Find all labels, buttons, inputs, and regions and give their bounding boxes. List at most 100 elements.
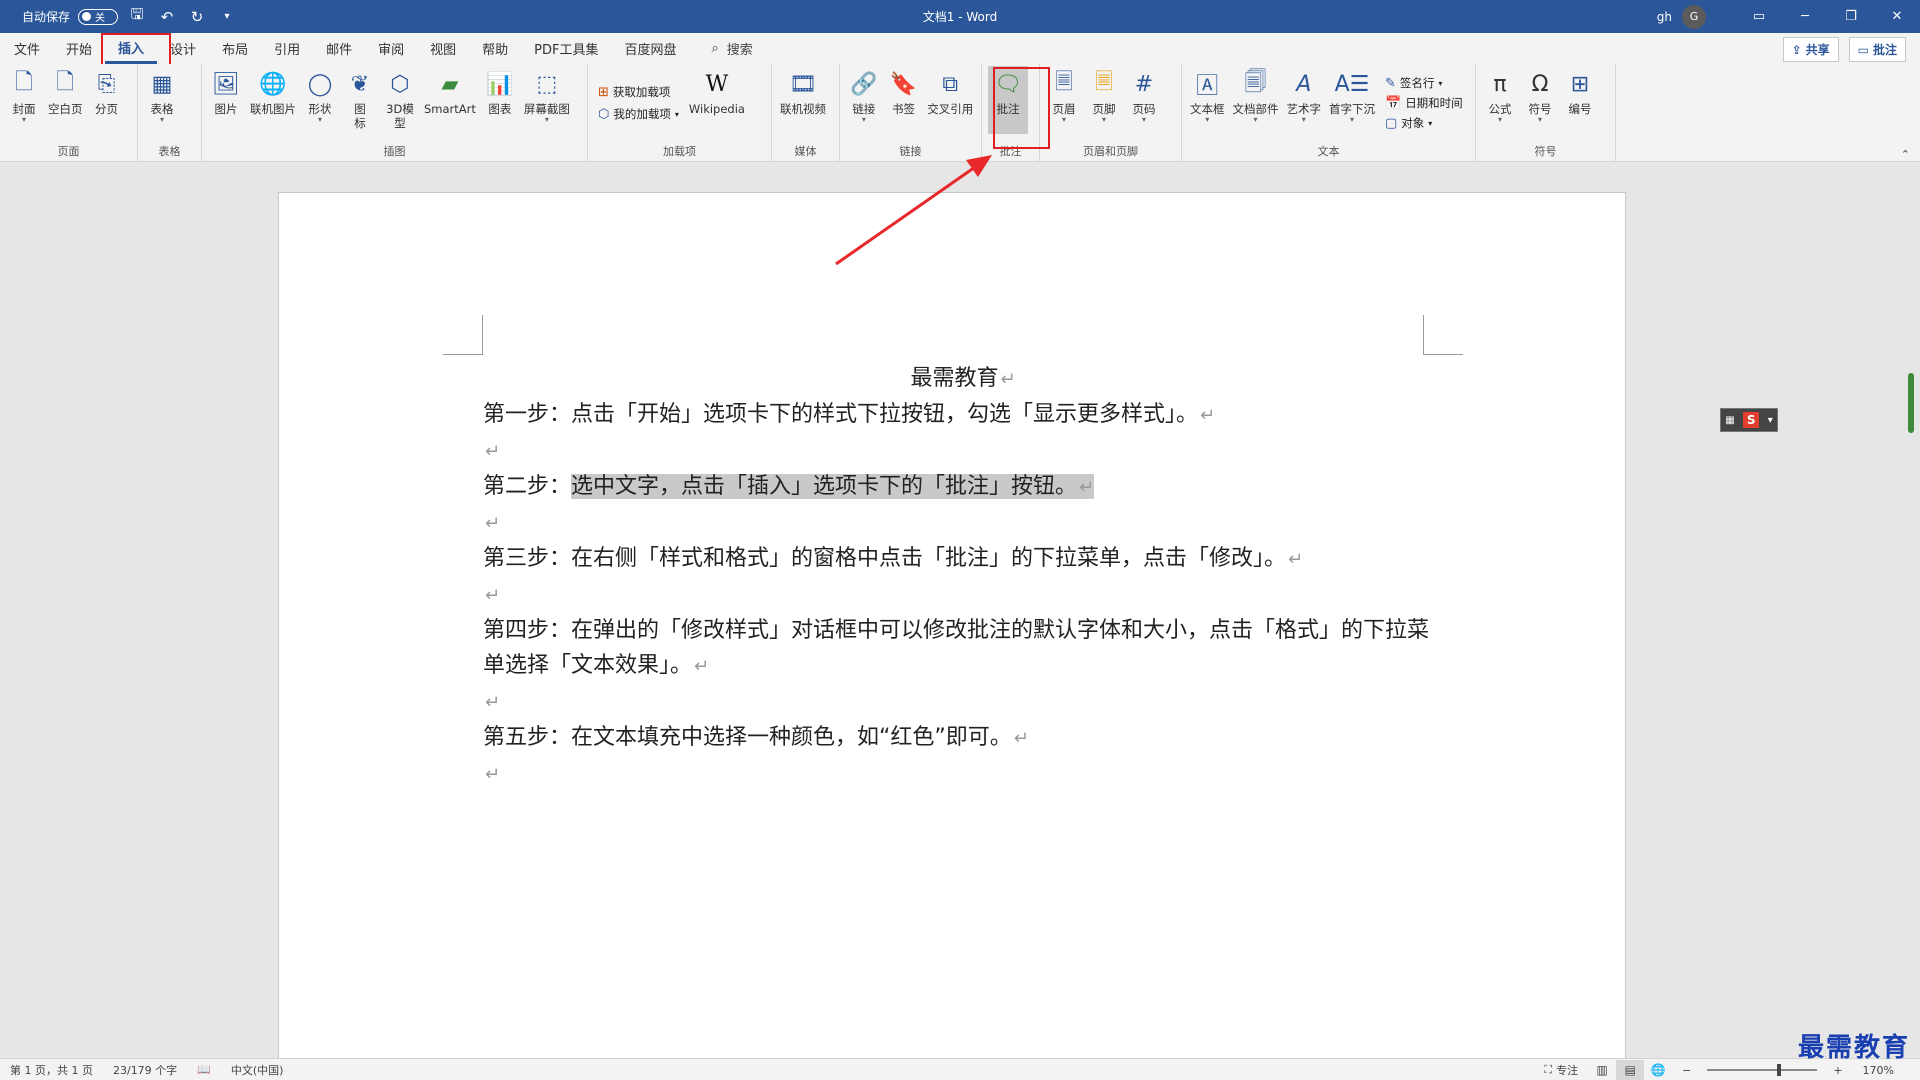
object-label: 对象 [1401, 116, 1425, 130]
word-count[interactable]: 23/179 个字 [103, 1062, 187, 1078]
minimize-icon[interactable]: ─ [1782, 0, 1828, 33]
header-button[interactable]: 🗏 页眉 ▾ [1044, 66, 1084, 140]
document-page[interactable]: 最需教育 ↵ 第一步：点击「开始」选项卡下的样式下拉按钮，勾选「显示更多样式」。 ↵… [278, 192, 1626, 1058]
tab-layout[interactable]: 布局 [209, 33, 261, 64]
step-3-text: 第三步：在右侧「样式和格式」的窗格中点击「批注」的下拉菜单，点击「修改」。 [483, 546, 1287, 571]
cover-page-button[interactable]: 🗋 封面 ▾ [4, 66, 44, 140]
smartart-button[interactable]: ▰ SmartArt [420, 66, 480, 140]
my-addins-button[interactable]: ⬡ 我的加载项 ▾ [598, 106, 679, 122]
ribbon-display-options-icon[interactable]: ▭ [1736, 0, 1782, 33]
search-box[interactable]: ⌕ 搜索 [712, 39, 753, 58]
get-addins-button[interactable]: ⊞ 获取加载项 [598, 84, 679, 100]
undo-icon[interactable]: ↶ [156, 6, 178, 28]
web-layout-icon[interactable]: 🌐 [1644, 1060, 1672, 1080]
shapes-button[interactable]: ◯ 形状 ▾ [300, 66, 340, 140]
document-canvas: 最需教育 ↵ 第一步：点击「开始」选项卡下的样式下拉按钮，勾选「显示更多样式」。 ↵… [0, 162, 1920, 1058]
step-4-paragraph: 第四步：在弹出的「修改样式」对话框中可以修改批注的默认字体和大小，点击「格式」的… [483, 613, 1443, 684]
chart-label: 图表 [488, 102, 512, 116]
3d-model-button[interactable]: ⬡ 3D模型 [380, 66, 420, 140]
wikipedia-button[interactable]: W Wikipedia [685, 66, 749, 140]
group-tables: ▦ 表格 ▾ 表格 [138, 64, 202, 162]
wordart-button[interactable]: A 艺术字 ▾ [1283, 66, 1326, 140]
icons-button[interactable]: ❦ 图标 [340, 66, 380, 140]
textbox-button[interactable]: 🄰 文本框 ▾ [1186, 66, 1229, 140]
quick-parts-button[interactable]: 🗐 文档部件 ▾ [1229, 66, 1283, 140]
zoom-level[interactable]: 170% [1853, 1064, 1920, 1077]
blank-page-button[interactable]: 🗋 空白页 [44, 66, 87, 140]
tab-help[interactable]: 帮助 [469, 33, 521, 64]
bookmark-button[interactable]: 🔖 书签 [884, 66, 924, 140]
zoom-in-icon[interactable]: + [1823, 1064, 1852, 1077]
object-button[interactable]: ▢ 对象 ▾ [1385, 115, 1463, 131]
paragraph-mark: ↵ [485, 441, 501, 462]
chevron-down-icon: ▾ [674, 109, 679, 119]
sogou-logo-icon: S [1743, 412, 1760, 428]
tab-pdf-tools[interactable]: PDF工具集 [521, 33, 611, 64]
search-label: 搜索 [726, 43, 753, 58]
symbol-button[interactable]: Ω 符号 ▾ [1520, 66, 1560, 140]
tab-home[interactable]: 开始 [53, 33, 105, 64]
share-button[interactable]: ⇪ 共享 [1782, 37, 1839, 62]
tab-file[interactable]: 文件 [0, 33, 53, 64]
page-break-button[interactable]: ⎘ 分页 [87, 66, 127, 140]
chevron-down-icon: ▾ [1349, 115, 1354, 124]
dropcap-button[interactable]: A☰ 首字下沉 ▾ [1325, 66, 1379, 140]
equation-button[interactable]: π 公式 ▾ [1480, 66, 1520, 140]
online-video-button[interactable]: 🎞 联机视频 [776, 66, 830, 140]
read-mode-icon[interactable]: ▥ [1588, 1060, 1616, 1080]
selected-text[interactable]: 选中文字，点击「插入」选项卡下的「批注」按钮。 ↵ [571, 474, 1095, 499]
tab-view[interactable]: 视图 [417, 33, 469, 64]
ime-toolbar[interactable]: ▦ S ▾ [1720, 408, 1778, 432]
tab-baidu-netdisk[interactable]: 百度网盘 [611, 33, 689, 64]
tab-mailings[interactable]: 邮件 [313, 33, 365, 64]
date-time-button[interactable]: 📅 日期和时间 [1385, 95, 1463, 111]
zoom-slider[interactable] [1707, 1064, 1818, 1076]
tab-review[interactable]: 审阅 [365, 33, 417, 64]
chevron-down-icon: ▾ [21, 115, 26, 124]
tab-references[interactable]: 引用 [261, 33, 313, 64]
autosave-toggle[interactable]: 关 [78, 8, 119, 25]
focus-mode-button[interactable]: ⛶ 专注 [1534, 1062, 1588, 1078]
vertical-scrollbar[interactable] [1908, 373, 1914, 433]
document-body[interactable]: 最需教育 ↵ 第一步：点击「开始」选项卡下的样式下拉按钮，勾选「显示更多样式」。 ↵… [483, 361, 1443, 792]
paragraph-mark: ↵ [485, 692, 501, 713]
step-1-text: 第一步：点击「开始」选项卡下的样式下拉按钮，勾选「显示更多样式」。 [483, 402, 1199, 427]
customize-toolbar-icon[interactable]: ▾ [216, 6, 238, 28]
zoom-slider-thumb[interactable] [1777, 1064, 1782, 1076]
proofing-icon[interactable]: 📖 [187, 1063, 221, 1076]
signature-line-button[interactable]: ✎ 签名行 ▾ [1385, 75, 1463, 91]
online-picture-button[interactable]: 🌐 联机图片 [246, 66, 300, 140]
group-header-footer: 🗏 页眉 ▾ 🗏 页脚 ▾ # 页码 ▾ 页眉和页脚 [1040, 64, 1182, 162]
zoom-out-icon[interactable]: − [1672, 1064, 1701, 1077]
page-number-icon: # [1134, 71, 1154, 97]
cross-reference-button[interactable]: ⧉ 交叉引用 [923, 66, 977, 140]
group-symbols: π 公式 ▾ Ω 符号 ▾ ⊞ 编号 符号 [1476, 64, 1616, 162]
numbering-button[interactable]: ⊞ 编号 [1560, 66, 1600, 140]
wordart-icon: A [1296, 71, 1312, 97]
link-button[interactable]: 🔗 链接 ▾ [844, 66, 884, 140]
redo-icon[interactable]: ↻ [186, 6, 208, 28]
print-layout-icon[interactable]: ▤ [1616, 1060, 1645, 1080]
screenshot-label: 屏幕截图 [523, 102, 570, 116]
footer-button[interactable]: 🗏 页脚 ▾ [1084, 66, 1124, 140]
language[interactable]: 中文(中国) [221, 1062, 294, 1078]
save-icon[interactable]: 🖫 [126, 5, 148, 28]
close-icon[interactable]: ✕ [1874, 0, 1920, 33]
picture-icon: 🖼 [212, 71, 240, 97]
collapse-ribbon-icon[interactable]: ⌃ [1901, 148, 1910, 161]
paragraph-mark: ↵ [485, 585, 501, 606]
user-account[interactable]: gh G [1657, 4, 1706, 29]
picture-button[interactable]: 🖼 图片 [206, 66, 246, 140]
online-picture-icon: 🌐 [259, 71, 287, 97]
screenshot-button[interactable]: ⬚ 屏幕截图 ▾ [520, 66, 574, 140]
comments-button[interactable]: ▭ 批注 [1848, 37, 1906, 62]
cross-reference-icon: ⧉ [942, 71, 959, 97]
page-count[interactable]: 第 1 页，共 1 页 [0, 1062, 103, 1078]
restore-icon[interactable]: ❐ [1828, 0, 1874, 33]
chevron-down-icon: ▾ [1497, 115, 1502, 124]
page-number-button[interactable]: # 页码 ▾ [1124, 66, 1164, 140]
table-button[interactable]: ▦ 表格 ▾ [142, 66, 182, 140]
numbering-icon: ⊞ [1570, 71, 1590, 97]
shapes-label: 形状 [308, 102, 332, 116]
chart-button[interactable]: 📊 图表 [480, 66, 520, 140]
